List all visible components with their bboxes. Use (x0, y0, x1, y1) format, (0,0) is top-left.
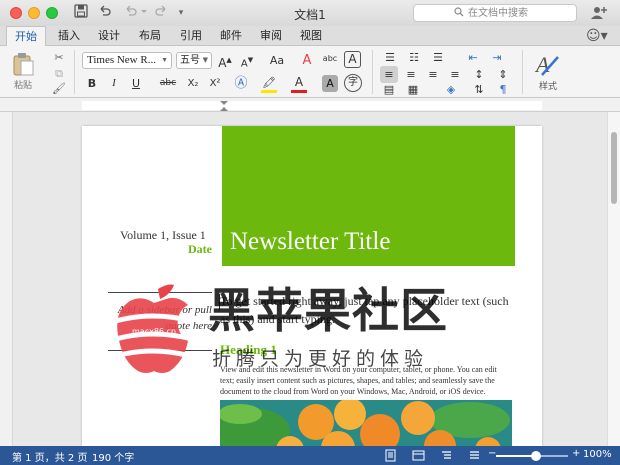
tab-home[interactable]: 开始 (6, 26, 46, 47)
share-person-icon[interactable] (590, 4, 608, 22)
bold-button[interactable]: B (84, 75, 100, 92)
decrease-indent-icon[interactable]: ⇤ (464, 49, 482, 66)
page-count[interactable]: 第 1 页，共 2 页 (12, 449, 87, 464)
scrollbar-thumb[interactable] (611, 132, 617, 204)
zoom-slider-fill (496, 455, 536, 457)
text-effects-icon[interactable]: Ⓐ (232, 75, 250, 92)
font-size-value: 五号 (180, 55, 200, 66)
redo-icon[interactable] (154, 4, 168, 22)
tab-insert[interactable]: 插入 (50, 26, 88, 46)
character-border-button[interactable]: A (344, 51, 361, 68)
subscript-button[interactable]: X₂ (184, 75, 202, 92)
change-case-button[interactable]: Aa (264, 52, 290, 69)
separator (74, 50, 75, 94)
search-icon (454, 7, 464, 17)
zoom-out-icon[interactable]: − (488, 448, 496, 459)
save-icon[interactable] (74, 4, 88, 22)
increase-indent-icon[interactable]: ⇥ (488, 49, 506, 66)
paste-icon[interactable] (12, 52, 34, 76)
font-name-select[interactable]: Times New R... ▼ (82, 52, 172, 69)
tab-review[interactable]: 审阅 (252, 26, 290, 46)
zoom-level[interactable]: 100% (583, 449, 612, 460)
strikethrough-button[interactable]: abc (158, 75, 178, 92)
vertical-scrollbar[interactable] (607, 112, 620, 446)
clear-formatting-button[interactable]: A (298, 52, 316, 69)
feedback-smiley-icon[interactable]: ☺▾ (586, 28, 608, 44)
superscript-button[interactable]: X² (206, 75, 224, 92)
zoom-slider[interactable] (496, 451, 568, 461)
chevron-down-icon: ▼ (161, 56, 168, 64)
tab-view[interactable]: 视图 (292, 26, 330, 46)
document-area: Newsletter Title Volume 1, Issue 1 Date … (0, 98, 620, 456)
date-field[interactable]: Date (152, 242, 212, 257)
phonetic-guide-button[interactable]: abc (320, 50, 340, 67)
separator (522, 50, 523, 94)
font-color-bar (291, 90, 307, 93)
paste-label: 粘贴 (14, 81, 33, 91)
italic-button[interactable]: I (106, 75, 122, 92)
numbering-icon[interactable]: ☷ (404, 49, 424, 66)
outline-view-icon[interactable] (440, 449, 453, 462)
close-window-button[interactable] (10, 7, 22, 19)
undo-dropdown-icon[interactable] (124, 4, 148, 22)
search-input[interactable] (468, 6, 572, 20)
font-color-button[interactable]: A (290, 74, 308, 91)
text-direction-icon[interactable]: ▤ (380, 81, 398, 98)
underline-button[interactable]: U (128, 75, 144, 92)
tab-references[interactable]: 引用 (172, 26, 210, 46)
format-painter-icon[interactable]: 🖌 (52, 80, 66, 97)
word-count[interactable]: 190 个字 (92, 449, 134, 464)
sort-icon[interactable]: ⇅ (470, 81, 488, 98)
watermark-main-text: 黑苹果社区 (208, 284, 448, 339)
web-layout-icon[interactable] (412, 449, 425, 462)
highlight-color-bar (261, 90, 277, 93)
font-name-value: Times New R... (87, 54, 156, 66)
title-bar: ▾ 文档1 (0, 0, 620, 26)
status-bar: 第 1 页，共 2 页 190 个字 − + 100% (0, 446, 620, 465)
customize-toolbar-icon[interactable]: ▾ (176, 4, 186, 22)
zoom-slider-thumb[interactable] (530, 451, 541, 461)
newsletter-title[interactable]: Newsletter Title (230, 228, 390, 256)
font-size-select[interactable]: 五号 ▼ (176, 52, 212, 69)
tab-layout[interactable]: 布局 (131, 26, 169, 46)
styles-icon[interactable]: A (534, 51, 560, 77)
separator (372, 50, 373, 94)
watermark-logo-text: macx86.cn (132, 327, 176, 336)
borders-icon[interactable]: ▦ (404, 81, 422, 98)
character-shading-button[interactable]: A (322, 75, 338, 92)
print-layout-icon[interactable] (384, 449, 397, 462)
chevron-down-icon: ▼ (202, 56, 208, 64)
watermark-apple-logo: macx86.cn (115, 284, 193, 373)
multilevel-list-icon[interactable]: ☰ (428, 49, 448, 66)
draft-view-icon[interactable] (468, 449, 481, 462)
bullets-icon[interactable]: ☰ (380, 49, 400, 66)
ribbon-tabs: 开始 插入 设计 布局 引用 邮件 审阅 视图 ☺▾ (0, 26, 620, 47)
highlight-icon[interactable]: 🖍 (260, 74, 278, 91)
ruler-ticks (82, 101, 542, 111)
zoom-window-button[interactable] (46, 7, 58, 19)
grow-font-button[interactable]: A▲ (216, 52, 234, 70)
ribbon-home: 粘贴 ✂ ⧉ 🖌 Times New R... ▼ 五号 ▼ A▲ A▼ Aa A … (0, 46, 620, 98)
tab-mailings[interactable]: 邮件 (212, 26, 250, 46)
show-formatting-icon[interactable]: ¶ (494, 81, 512, 98)
minimize-window-button[interactable] (28, 7, 40, 19)
shrink-font-button[interactable]: A▼ (238, 52, 256, 69)
styles-label: 样式 (539, 82, 558, 92)
zoom-in-icon[interactable]: + (572, 448, 580, 459)
horizontal-ruler[interactable] (0, 98, 620, 112)
shrink-font-label: A (240, 58, 248, 70)
volume-issue[interactable]: Volume 1, Issue 1 (120, 228, 210, 243)
align-right-icon[interactable]: ≡ (424, 66, 442, 83)
enclose-characters-button[interactable]: 字 (344, 74, 362, 92)
search-box[interactable] (413, 4, 577, 22)
shading-icon[interactable]: ◈ (442, 81, 460, 98)
cut-icon[interactable]: ✂ (52, 49, 66, 66)
watermark-sub-text: 折腾只为更好的体验 (212, 348, 429, 370)
undo-icon[interactable] (98, 4, 112, 22)
tab-design[interactable]: 设计 (90, 26, 128, 46)
vertical-ruler[interactable] (0, 112, 13, 446)
